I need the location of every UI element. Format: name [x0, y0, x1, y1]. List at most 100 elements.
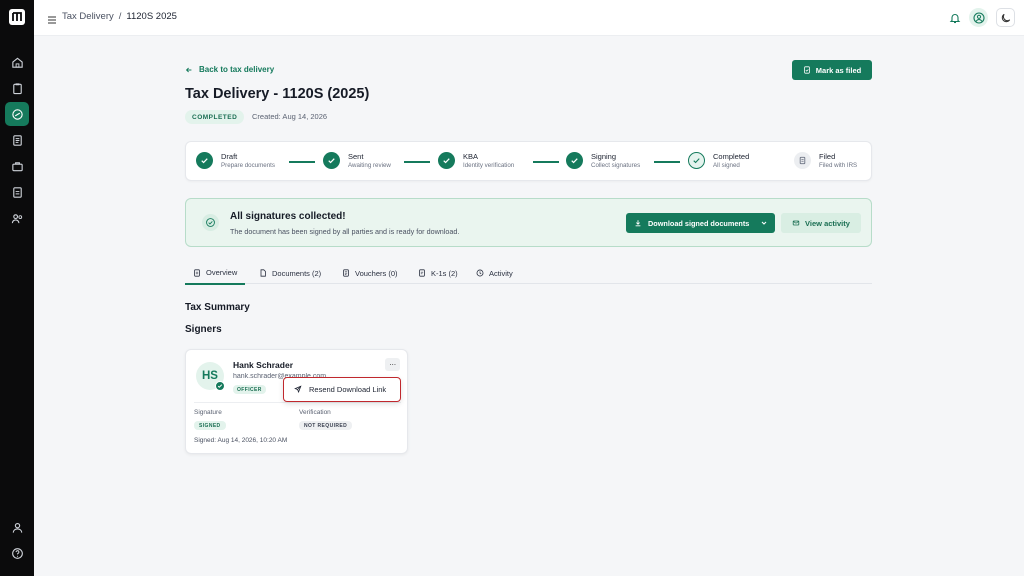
send-icon: [294, 385, 302, 393]
app-logo[interactable]: [8, 8, 26, 26]
document-icon: [194, 268, 200, 277]
step-connector: [404, 161, 430, 163]
sidebar: [0, 0, 34, 576]
progress-stepper: Draft Prepare documents Sent Awaiting revi…: [185, 141, 872, 181]
breadcrumb-current: 1120S 2025: [126, 11, 177, 22]
tab-bar: Overview Documents (2) Vouchers (0) K-1s…: [185, 262, 872, 285]
step-label: Draft: [221, 152, 238, 161]
step-filed: Filed Filed with IRS: [794, 152, 857, 170]
arrow-left-icon: [185, 67, 192, 72]
step-sub: Prepare documents: [221, 162, 275, 169]
divider: [194, 402, 401, 403]
file-check-icon: [803, 66, 810, 74]
tab-label: Overview: [206, 268, 238, 277]
signed-timestamp: Signed: Aug 14, 2026, 10:20 AM: [194, 437, 288, 444]
tab-label: K-1s (2): [431, 268, 458, 278]
banner-title: All signatures collected!: [230, 211, 346, 222]
users-icon[interactable]: [5, 206, 29, 230]
check-circle-icon: [566, 152, 583, 169]
check-circle-icon: [202, 214, 219, 231]
back-link-label: Back to tax delivery: [199, 65, 275, 74]
view-activity-label: View activity: [805, 218, 850, 228]
clipboard-icon[interactable]: [5, 76, 29, 100]
verification-label: Verification: [299, 409, 331, 416]
step-draft: Draft Prepare documents: [196, 152, 275, 170]
verification-status-badge: NOT REQUIRED: [299, 421, 353, 430]
menu-item-label: Resend Download Link: [309, 384, 387, 394]
banner-subtitle: The document has been signed by all part…: [230, 227, 460, 236]
signature-status-badge: SIGNED: [194, 421, 226, 430]
moon-icon[interactable]: [996, 8, 1015, 27]
chevron-down-icon[interactable]: [760, 219, 768, 227]
status-badge: COMPLETED: [185, 110, 245, 124]
mail-icon: [792, 220, 800, 226]
signature-label: Signature: [194, 409, 222, 416]
created-date: Created: Aug 14, 2026: [252, 112, 328, 121]
home-icon[interactable]: [5, 50, 29, 74]
top-bar: Tax Delivery / 1120S 2025: [34, 0, 1024, 36]
step-completed: Completed All signed: [688, 152, 749, 170]
signer-actions-menu: Resend Download Link: [283, 377, 401, 402]
check-icon: [215, 381, 225, 391]
document-list-icon[interactable]: [5, 128, 29, 152]
tab-overview[interactable]: Overview: [185, 262, 246, 285]
tab-activity[interactable]: Activity: [476, 262, 513, 284]
signatures-banner: All signatures collected! The document h…: [185, 198, 872, 247]
step-connector: [289, 161, 315, 163]
more-options-button[interactable]: ···: [385, 358, 400, 371]
step-sub: Collect signatures: [591, 162, 641, 169]
check-circle-icon: [688, 152, 705, 169]
resend-download-link-item[interactable]: Resend Download Link: [288, 381, 396, 397]
file-icon: [260, 269, 266, 277]
tab-k1s[interactable]: K-1s (2): [418, 262, 458, 284]
step-label: KBA: [463, 152, 479, 161]
tab-label: Documents (2): [272, 268, 322, 278]
breadcrumb-link[interactable]: Tax Delivery: [62, 11, 114, 22]
step-label: Completed: [713, 152, 750, 161]
step-label: Signing: [591, 152, 617, 161]
step-connector: [533, 161, 559, 163]
tab-vouchers[interactable]: Vouchers (0): [342, 262, 398, 284]
download-button-label: Download signed documents: [648, 218, 750, 228]
mark-as-filed-button[interactable]: Mark as filed: [792, 60, 872, 80]
step-sub: Filed with IRS: [819, 162, 858, 169]
check-circle-icon: [196, 152, 213, 169]
step-kba: KBA Identity verification: [438, 152, 514, 170]
step-sent: Sent Awaiting review: [323, 152, 391, 170]
download-icon: [635, 220, 641, 227]
check-circle-icon: [438, 152, 455, 169]
back-link[interactable]: Back to tax delivery: [185, 65, 274, 74]
form-icon: [419, 269, 425, 277]
tax-delivery-icon[interactable]: [5, 102, 29, 126]
tab-documents[interactable]: Documents (2): [259, 262, 321, 284]
menu-icon[interactable]: [47, 12, 57, 24]
view-activity-button[interactable]: View activity: [781, 213, 861, 233]
step-sub: Identity verification: [463, 162, 515, 169]
report-icon[interactable]: [5, 180, 29, 204]
download-signed-documents-button[interactable]: Download signed documents: [626, 213, 775, 233]
check-circle-icon: [323, 152, 340, 169]
document-icon: [794, 152, 811, 169]
step-label: Filed: [819, 152, 836, 161]
bell-icon[interactable]: [946, 9, 964, 27]
role-badge: OFFICER: [233, 385, 266, 394]
help-icon[interactable]: [5, 541, 29, 565]
breadcrumb-separator: /: [118, 11, 122, 22]
profile-icon[interactable]: [5, 515, 29, 539]
breadcrumb: Tax Delivery / 1120S 2025: [62, 11, 177, 22]
mark-as-filed-label: Mark as filed: [815, 65, 862, 75]
tax-summary-heading: Tax Summary: [185, 302, 250, 313]
tab-label: Vouchers (0): [355, 268, 398, 278]
receipt-icon: [343, 269, 349, 277]
tab-label: Activity: [489, 268, 513, 278]
step-label: Sent: [348, 152, 364, 161]
clock-icon: [476, 269, 484, 277]
page-title: Tax Delivery - 1120S (2025): [185, 86, 370, 102]
briefcase-icon[interactable]: [5, 154, 29, 178]
step-sub: Awaiting review: [348, 162, 391, 169]
account-icon[interactable]: [969, 8, 988, 27]
step-sub: All signed: [713, 162, 740, 169]
step-connector: [654, 161, 680, 163]
signer-name: Hank Schrader: [233, 360, 293, 370]
step-signing: Signing Collect signatures: [566, 152, 640, 170]
